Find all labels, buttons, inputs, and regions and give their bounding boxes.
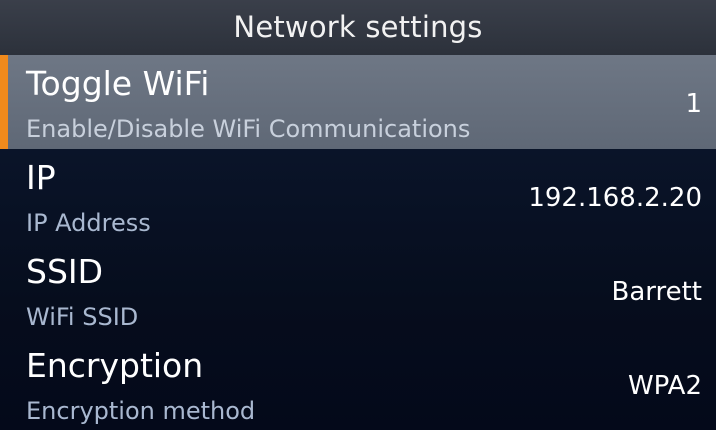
setting-description: Enable/Disable WiFi Communications	[26, 115, 471, 143]
setting-value: WPA2	[627, 371, 702, 401]
setting-description: Encryption method	[26, 397, 256, 425]
setting-title: SSID	[26, 252, 104, 291]
setting-item-toggle-wifi[interactable]: Toggle WiFi Enable/Disable WiFi Communic…	[0, 55, 716, 149]
setting-item-ssid[interactable]: SSID WiFi SSID Barrett	[0, 243, 716, 337]
setting-description: IP Address	[26, 209, 151, 237]
setting-title: Encryption	[26, 346, 204, 385]
setting-value: 1	[685, 89, 702, 119]
device-screen: Network settings Toggle WiFi Enable/Disa…	[0, 0, 716, 430]
setting-value: 192.168.2.20	[528, 183, 702, 213]
settings-list: Toggle WiFi Enable/Disable WiFi Communic…	[0, 55, 716, 430]
selection-marker	[0, 55, 8, 149]
title-bar: Network settings	[0, 0, 716, 55]
setting-item-encryption[interactable]: Encryption Encryption method WPA2	[0, 337, 716, 430]
page-title: Network settings	[233, 10, 483, 44]
setting-title: Toggle WiFi	[26, 64, 210, 103]
setting-description: WiFi SSID	[26, 303, 139, 331]
setting-value: Barrett	[611, 277, 702, 307]
setting-item-ip[interactable]: IP IP Address 192.168.2.20	[0, 149, 716, 243]
setting-title: IP	[26, 158, 56, 197]
